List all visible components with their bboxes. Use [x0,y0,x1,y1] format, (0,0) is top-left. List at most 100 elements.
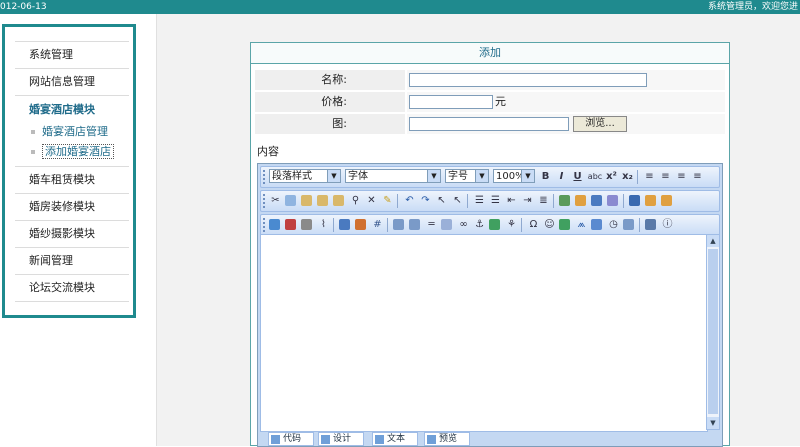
scroll-down-icon[interactable]: ▼ [707,417,719,429]
paragraph-style-select[interactable]: 段落样式 ▼ [269,169,341,183]
top-bar: 012-06-13 系统管理员，欢迎您进 [0,0,800,14]
preview-icon [427,435,436,444]
align-right-icon[interactable]: ≡ [675,170,688,183]
name-label: 名称: [321,73,347,86]
editor-scrollbar[interactable]: ▲ ▼ [706,234,720,430]
sidebar-group-title[interactable]: 婚宴酒店模块 [15,98,129,122]
sidebar-subitem-hotel-add[interactable]: 添加婚宴酒店 [15,142,129,162]
media-icon[interactable] [301,219,312,230]
cut-icon[interactable]: ✂ [269,194,282,207]
image-icon[interactable] [269,219,280,230]
outdent-icon[interactable]: ⇤ [505,194,518,207]
copy-icon[interactable] [285,195,296,206]
flash-icon[interactable] [285,219,296,230]
paste-text-icon[interactable] [317,195,328,206]
sidebar-item-forum[interactable]: 论坛交流模块 [15,275,129,302]
editor-content-area[interactable] [260,234,708,432]
textarea-icon[interactable] [409,219,420,230]
mode-code-tab[interactable]: 代码 [268,432,314,446]
sidebar-subitem-hotel-manage[interactable]: 婚宴酒店管理 [15,122,129,142]
ordered-list-icon[interactable]: ☰ [473,194,486,207]
highlight-icon[interactable] [575,195,586,206]
content-label: 内容 [257,145,279,158]
scroll-up-icon[interactable]: ▲ [707,235,719,247]
image-path-input[interactable] [409,117,569,131]
strikethrough-icon[interactable]: abc [587,170,603,183]
sidebar-item-photo[interactable]: 婚纱摄影模块 [15,221,129,248]
mode-preview-tab[interactable]: 预览 [424,432,470,446]
toolbar-grip-icon [263,194,267,208]
price-input[interactable] [409,95,493,109]
paste-word-icon[interactable] [333,195,344,206]
align-center-icon[interactable]: ≡ [659,170,672,183]
font-select[interactable]: 字体 ▼ [345,169,441,183]
price-row: 价格: 元 [255,92,725,112]
chevron-down-icon: ▼ [475,170,488,182]
find-icon[interactable]: ⚲ [349,194,362,207]
bold-icon[interactable]: B [539,170,552,183]
align-left-icon[interactable]: ≡ [643,170,656,183]
zoom-select[interactable]: 100% ▼ [493,169,535,183]
date-icon[interactable]: ◷ [607,218,620,231]
art-text-icon[interactable]: ⩕ [575,218,588,231]
page-break-icon[interactable] [623,219,634,230]
date-text: 012-06-13 [0,2,47,12]
sidebar-item-site-info[interactable]: 网站信息管理 [15,69,129,96]
sidebar-item-decoration[interactable]: 婚房装修模块 [15,194,129,221]
name-input[interactable] [409,73,647,87]
italic-icon[interactable]: I [555,170,568,183]
editor-toolbar-row-2: ✂ ⚲ ✕ ✎ ↶ ↷ ↖ ↖ ☰ ☰ ⇤ ⇥ ≣ [260,190,720,212]
browse-button[interactable]: 浏览... [573,116,627,132]
text-color-icon[interactable] [559,195,570,206]
unselect-icon[interactable]: ↖ [451,194,464,207]
special-char-icon[interactable]: Ω [527,218,540,231]
horizontal-rule-icon[interactable]: ═ [425,218,438,231]
paragraph-icon[interactable]: ≣ [537,194,550,207]
grid-icon[interactable]: # [371,218,384,231]
bullet-icon [31,130,35,134]
map-icon[interactable] [489,219,500,230]
about-icon[interactable]: ⓘ [661,218,674,231]
link-icon[interactable]: ∞ [457,218,470,231]
image-row: 图: 浏览... [255,114,725,134]
underline-icon[interactable]: U [571,170,584,183]
sidebar-item-news[interactable]: 新闻管理 [15,248,129,275]
undo-icon[interactable]: ↶ [403,194,416,207]
scroll-thumb[interactable] [708,249,718,414]
table-insert-icon[interactable] [339,219,350,230]
anchor-icon[interactable]: ⚓ [473,218,486,231]
unlink-icon[interactable]: ⚘ [505,218,518,231]
input-icon[interactable] [441,219,452,230]
editor-mode-bar: 代码 设计 文本 预览 [260,432,720,446]
layer-icon[interactable] [645,195,656,206]
mode-design-tab[interactable]: 设计 [318,432,364,446]
layer-front-icon[interactable] [661,195,672,206]
style-icon[interactable] [607,195,618,206]
align-justify-icon[interactable]: ≡ [691,170,704,183]
toolbar-grip-icon [263,218,267,232]
indent-icon[interactable]: ⇥ [521,194,534,207]
marquee-icon[interactable] [559,219,570,230]
unordered-list-icon[interactable]: ☰ [489,194,502,207]
paste-icon[interactable] [301,195,312,206]
toolbar-grip-icon [263,170,267,184]
template-icon[interactable] [629,195,640,206]
chevron-down-icon: ▼ [327,170,340,182]
block-icon[interactable] [591,195,602,206]
mode-text-tab[interactable]: 文本 [372,432,418,446]
code-icon[interactable] [591,219,602,230]
clear-format-icon[interactable]: ✎ [381,194,394,207]
emoticon-icon[interactable]: ☺ [543,218,556,231]
attachment-icon[interactable]: ⌇ [317,218,330,231]
sidebar-item-system[interactable]: 系统管理 [15,41,129,69]
font-size-select[interactable]: 字号 ▼ [445,169,489,183]
sidebar-item-car[interactable]: 婚车租赁模块 [15,167,129,194]
superscript-icon[interactable]: x² [605,170,618,183]
table-edit-icon[interactable] [355,219,366,230]
fullscreen-icon[interactable] [645,219,656,230]
form-icon[interactable] [393,219,404,230]
redo-icon[interactable]: ↷ [419,194,432,207]
select-all-icon[interactable]: ↖ [435,194,448,207]
subscript-icon[interactable]: x₂ [621,170,634,183]
delete-icon[interactable]: ✕ [365,194,378,207]
